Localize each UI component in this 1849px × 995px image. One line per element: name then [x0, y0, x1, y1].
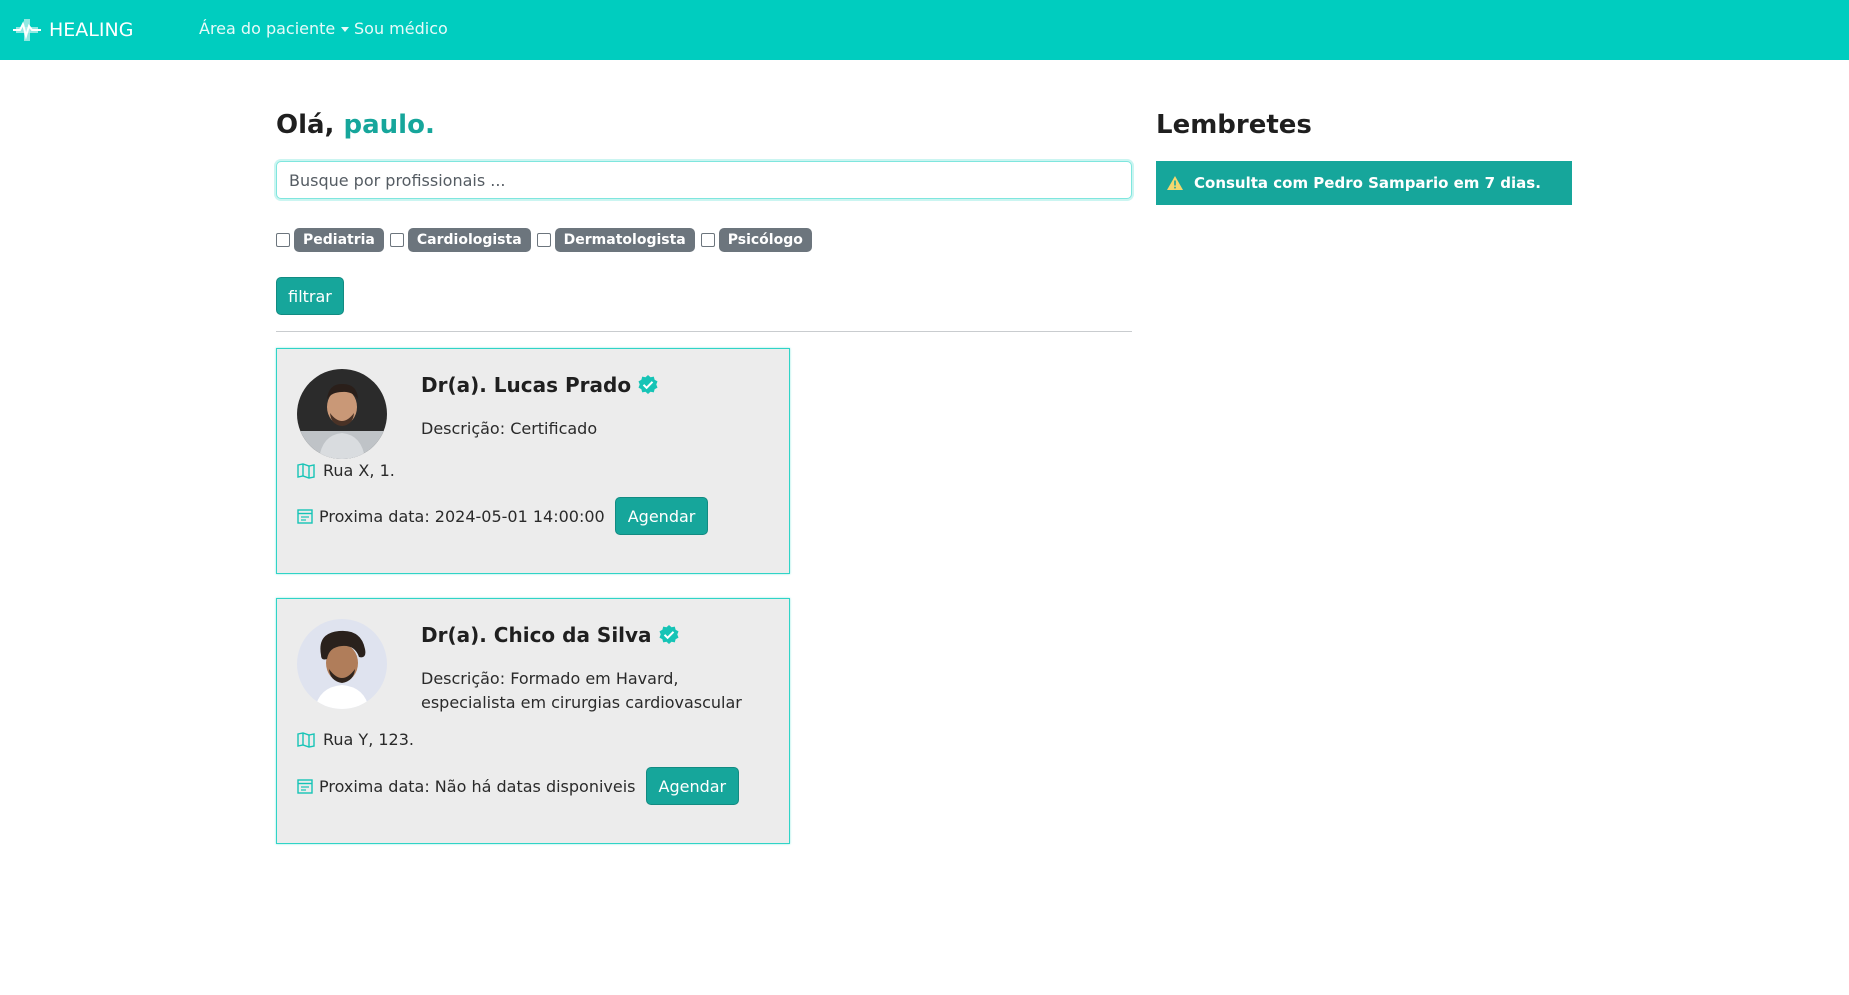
greeting-user-name: paulo. — [343, 110, 435, 140]
doctor-photo-icon — [297, 369, 387, 459]
reminder-text: Consulta com Pedro Sampario em 7 dias. — [1194, 174, 1541, 192]
professional-search-input[interactable] — [276, 161, 1132, 199]
heartbeat-cross-logo-icon — [13, 19, 41, 41]
checkbox-psicologo[interactable] — [700, 233, 715, 247]
top-navbar: HEALING Área do paciente Sou médico — [0, 0, 1849, 60]
map-icon — [297, 731, 315, 748]
warning-icon — [1167, 176, 1183, 190]
doctor-description: Descrição: Formado em Havard, especialis… — [421, 669, 742, 712]
doctor-name: Dr(a). Chico da Silva — [421, 623, 652, 647]
doctor-address: Rua Y, 123. — [297, 730, 414, 749]
doctor-next-date-row: Proxima data: Não há datas disponiveis A… — [297, 767, 740, 805]
badge-pediatria: Pediatria — [294, 228, 384, 252]
verified-badge-icon — [638, 375, 658, 394]
doctor-address-text: Rua X, 1. — [323, 461, 395, 480]
greeting-prefix: Olá, — [276, 110, 344, 140]
calendar-icon — [297, 509, 313, 524]
doctor-avatar — [297, 369, 387, 459]
doctor-name-row: Dr(a). Lucas Prado — [421, 373, 659, 397]
caret-down-icon — [341, 27, 350, 32]
verified-badge-icon — [659, 625, 679, 644]
filter-button[interactable]: filtrar — [276, 277, 344, 315]
checkbox-cardiologista[interactable] — [389, 233, 404, 247]
doctor-name: Dr(a). Lucas Prado — [421, 373, 632, 397]
brand-name: HEALING — [49, 19, 134, 41]
checkbox-dermatologista[interactable] — [536, 233, 551, 247]
doctor-next-date: Proxima data: 2024-05-01 14:00:00 — [319, 506, 605, 526]
page-greeting: Olá, paulo. — [276, 110, 435, 140]
calendar-icon — [297, 779, 313, 794]
badge-cardiologista: Cardiologista — [407, 228, 531, 252]
brand[interactable]: HEALING — [13, 17, 133, 43]
reminders-title: Lembretes — [1156, 110, 1312, 140]
doctor-avatar — [297, 619, 387, 709]
doctor-name-row: Dr(a). Chico da Silva — [421, 623, 680, 647]
nav-area-paciente-dropdown[interactable]: Área do paciente — [199, 19, 350, 38]
nav-sou-medico-label: Sou médico — [354, 19, 448, 38]
doctor-next-date: Proxima data: Não há datas disponiveis — [319, 776, 636, 796]
badge-dermatologista: Dermatologista — [554, 228, 695, 252]
divider — [276, 331, 1132, 332]
doctor-next-date-row: Proxima data: 2024-05-01 14:00:00 Agenda… — [297, 497, 709, 535]
doctor-card: Dr(a). Chico da Silva Descrição: Formado… — [276, 598, 790, 844]
specialty-filters: Pediatria Cardiologista Dermatologista P… — [276, 228, 818, 252]
schedule-button[interactable]: Agendar — [645, 767, 740, 805]
doctor-address-text: Rua Y, 123. — [323, 730, 414, 749]
doctor-photo-icon — [297, 619, 387, 709]
nav-sou-medico[interactable]: Sou médico — [354, 19, 448, 38]
checkbox-pediatria[interactable] — [276, 233, 290, 247]
doctor-card: Dr(a). Lucas Prado Descrição: Certificad… — [276, 348, 790, 574]
nav-area-paciente-label: Área do paciente — [199, 19, 336, 38]
reminder-alert: Consulta com Pedro Sampario em 7 dias. — [1156, 161, 1572, 205]
doctor-description: Descrição: Certificado — [421, 419, 598, 438]
doctor-address: Rua X, 1. — [297, 461, 395, 480]
schedule-button[interactable]: Agendar — [614, 497, 709, 535]
map-icon — [297, 462, 315, 479]
badge-psicologo: Psicólogo — [718, 228, 812, 252]
